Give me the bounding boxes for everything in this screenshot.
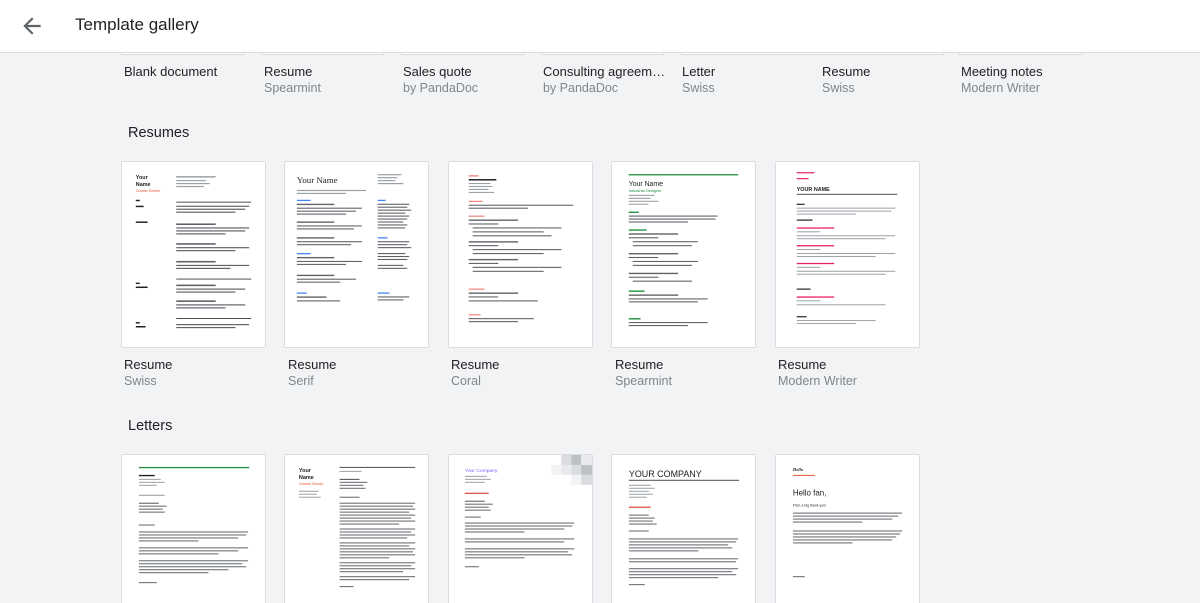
template-caption[interactable]: Resume Spearmint: [264, 64, 321, 96]
template-name: Resume: [615, 357, 664, 372]
template-name: Consulting agreem…: [543, 64, 666, 79]
template-style: Swiss: [682, 81, 715, 95]
thumb-name: Your: [136, 175, 149, 181]
template-name: Meeting notes: [961, 64, 1043, 79]
template-caption[interactable]: Resume Spearmint: [615, 357, 672, 389]
section-heading-resumes: Resumes: [128, 125, 190, 141]
template-name: Resume: [124, 357, 173, 372]
template-style: Swiss: [822, 81, 855, 95]
template-thumbnail-resume-serif[interactable]: Your Name: [284, 161, 429, 348]
template-name: Resume: [451, 357, 500, 372]
template-style: Coral: [451, 374, 481, 388]
template-caption[interactable]: Sales quote by PandaDoc: [403, 64, 478, 96]
template-thumbnail-letter-geometric[interactable]: Your Company: [448, 454, 593, 603]
template-caption[interactable]: Blank document: [124, 64, 217, 80]
thumb-name: Name: [299, 475, 314, 481]
thumb-name: Your: [299, 468, 312, 474]
section-heading-letters: Letters: [128, 418, 173, 434]
thumb-company: YOUR COMPANY: [629, 469, 702, 479]
template-style: Modern Writer: [961, 81, 1040, 95]
recent-card-edge[interactable]: [681, 53, 944, 55]
template-style: Spearmint: [264, 81, 321, 95]
template-caption[interactable]: Resume Swiss: [124, 357, 172, 389]
template-caption[interactable]: Consulting agreem… by PandaDoc: [543, 64, 665, 96]
template-style: by PandaDoc: [543, 81, 619, 95]
template-style: by PandaDoc: [403, 81, 479, 95]
template-name: Sales quote: [403, 64, 472, 79]
arrow-back-icon[interactable]: [19, 13, 45, 39]
template-name: Resume: [288, 357, 337, 372]
thumb-name: Name: [136, 182, 151, 188]
template-caption[interactable]: Resume Serif: [288, 357, 336, 389]
template-caption[interactable]: Letter Swiss: [682, 64, 715, 96]
template-style: Spearmint: [615, 374, 672, 388]
thumb-company: Your Company: [465, 468, 498, 474]
template-thumbnail-resume-modern-writer[interactable]: YOUR NAME: [775, 161, 920, 348]
recent-card-edge[interactable]: [121, 53, 244, 55]
template-caption[interactable]: Resume Coral: [451, 357, 499, 389]
thumb-name: Your Name: [297, 175, 338, 185]
template-thumbnail-letter-swiss[interactable]: Your Name Creative Director: [284, 454, 429, 603]
thumb-name: YOUR NAME: [797, 187, 830, 193]
template-thumbnail-resume-spearmint[interactable]: Your Name Industrial Designer: [611, 161, 756, 348]
template-caption[interactable]: Resume Swiss: [822, 64, 870, 96]
recent-card-edge[interactable]: [261, 53, 384, 55]
recent-card-edge[interactable]: [959, 53, 1082, 55]
template-name: Blank document: [124, 64, 218, 79]
thumb-greeting: Hello fan,: [793, 489, 827, 498]
thumb-role: Industrial Designer: [629, 188, 663, 193]
page-title: Template gallery: [75, 15, 199, 34]
template-caption[interactable]: Meeting notes Modern Writer: [961, 64, 1043, 96]
thumb-role: Creative Director: [299, 482, 324, 486]
template-thumbnail-resume-swiss[interactable]: Your Name Creative Director: [121, 161, 266, 348]
recent-card-edge[interactable]: [541, 53, 664, 55]
template-style: Modern Writer: [778, 374, 857, 388]
template-thumbnail-letter-modern-writer[interactable]: YOUR COMPANY: [611, 454, 756, 603]
thumb-name: Hello: [792, 467, 804, 472]
template-name: Resume: [822, 64, 871, 79]
template-name: Letter: [682, 64, 716, 79]
template-caption[interactable]: Resume Modern Writer: [778, 357, 857, 389]
template-thumbnail-letter-playful[interactable]: Hello Hello fan, First, a big thank you!: [775, 454, 920, 603]
app-header: Template gallery: [0, 0, 1200, 53]
template-thumbnail-letter-spearmint[interactable]: [121, 454, 266, 603]
thumb-role: Creative Director: [136, 189, 161, 193]
recent-card-edge[interactable]: [401, 53, 524, 55]
template-name: Resume: [264, 64, 313, 79]
template-thumbnail-resume-coral[interactable]: [448, 161, 593, 348]
template-style: Swiss: [124, 374, 157, 388]
template-style: Serif: [288, 374, 314, 388]
template-name: Resume: [778, 357, 827, 372]
thumb-thanks: First, a big thank you!: [793, 504, 826, 508]
